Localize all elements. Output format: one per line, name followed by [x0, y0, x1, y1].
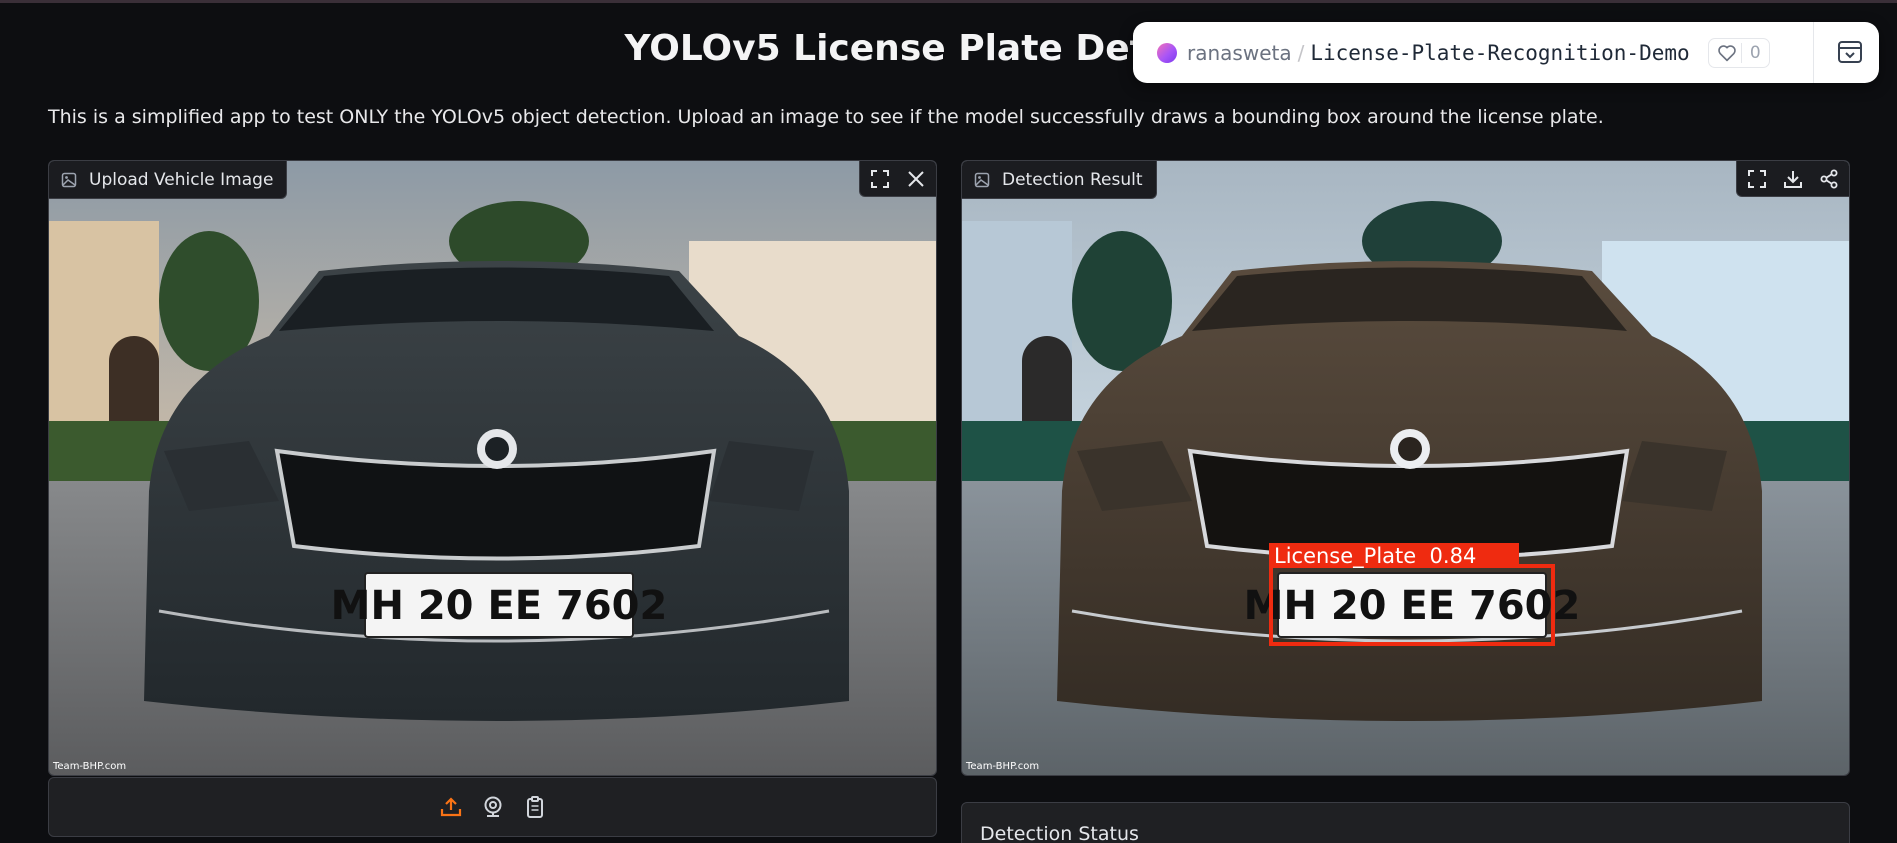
- upload-panel-tools: [859, 161, 936, 197]
- like-button[interactable]: 0: [1707, 37, 1770, 68]
- upload-icon: [440, 797, 461, 817]
- clipboard-source-button[interactable]: [521, 793, 549, 821]
- result-panel-tools: [1736, 161, 1849, 197]
- space-avatar-icon: [1157, 42, 1177, 63]
- app-description: This is a simplified app to test ONLY th…: [48, 106, 1604, 128]
- detection-status-label: Detection Status: [980, 823, 1139, 843]
- detection-label: License_Plate 0.84: [1274, 544, 1476, 569]
- upload-panel-label: Upload Vehicle Image: [49, 161, 288, 199]
- space-name[interactable]: License-Plate-Recognition-Demo: [1310, 41, 1689, 65]
- space-menu-icon: [1838, 41, 1862, 63]
- image-watermark: Team-BHP.com: [52, 761, 126, 772]
- detection-result-image: MH 20 EE 7602 License_Plate 0.84 Team-BH…: [962, 161, 1849, 775]
- clipboard-icon: [526, 796, 543, 818]
- upload-panel-title: Upload Vehicle Image: [89, 169, 274, 190]
- detection-status-panel: Detection Status: [961, 802, 1850, 843]
- image-icon: [974, 172, 990, 187]
- uploaded-car-image: MH 20 EE 7602 Team-BHP.com: [49, 161, 936, 775]
- share-icon: [1820, 169, 1838, 188]
- top-border: [0, 0, 1897, 3]
- plate-text-original: MH 20 EE 7602: [331, 583, 668, 629]
- result-panel-title: Detection Result: [1002, 169, 1143, 190]
- image-source-toolbar: [48, 777, 937, 837]
- detection-result-panel: MH 20 EE 7602 License_Plate 0.84 Team-BH…: [961, 160, 1850, 776]
- webcam-source-button[interactable]: [479, 793, 507, 821]
- result-panel-label: Detection Result: [962, 161, 1157, 199]
- download-button[interactable]: [1779, 165, 1807, 193]
- fullscreen-icon: [871, 169, 889, 188]
- badge-divider: [1813, 22, 1814, 83]
- close-icon: [908, 170, 924, 187]
- upload-image-panel[interactable]: MH 20 EE 7602 Team-BHP.com Upload Vehicl…: [48, 160, 937, 776]
- clear-image-button[interactable]: [902, 165, 930, 193]
- upload-source-button[interactable]: [437, 793, 465, 821]
- space-menu-button[interactable]: [1837, 40, 1863, 68]
- fullscreen-icon: [1748, 169, 1766, 188]
- webcam-icon: [484, 796, 501, 817]
- space-badge[interactable]: ranasweta / License-Plate-Recognition-De…: [1133, 22, 1879, 83]
- image-icon: [61, 172, 77, 187]
- space-separator: /: [1297, 40, 1305, 65]
- share-button[interactable]: [1815, 165, 1843, 193]
- heart-icon: [1717, 44, 1736, 61]
- result-fullscreen-button[interactable]: [1743, 165, 1771, 193]
- plate-text-detected: MH 20 EE 7602: [1244, 583, 1581, 629]
- space-owner[interactable]: ranasweta: [1187, 41, 1292, 65]
- result-watermark: Team-BHP.com: [965, 761, 1039, 772]
- download-icon: [1784, 170, 1802, 188]
- like-count: 0: [1740, 42, 1761, 63]
- fullscreen-button[interactable]: [866, 165, 894, 193]
